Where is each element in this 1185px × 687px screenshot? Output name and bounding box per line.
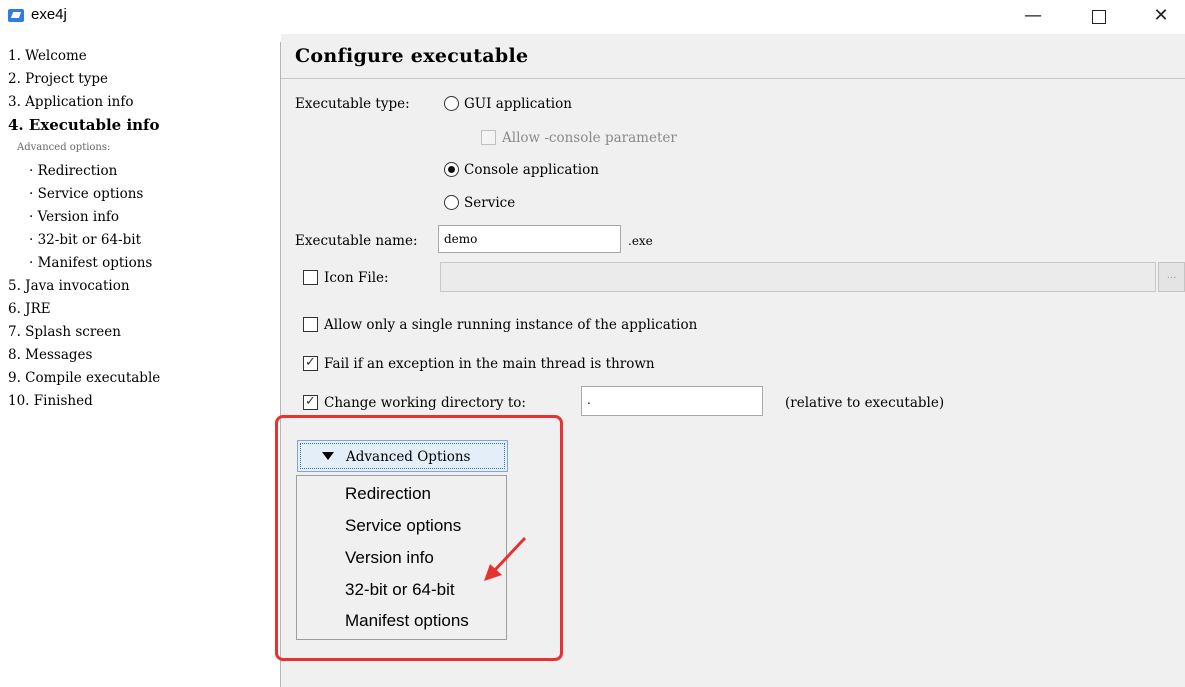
single-instance-label[interactable]: Allow only a single running instance of …	[324, 317, 697, 333]
working-directory-input[interactable]: .	[581, 386, 763, 416]
exe-suffix: .exe	[628, 234, 653, 248]
sub-step-version-info[interactable]: · Version info	[29, 209, 119, 225]
maximize-icon	[1092, 10, 1106, 24]
step-java-invocation[interactable]: 5. Java invocation	[8, 278, 130, 294]
step-application-info[interactable]: 3. Application info	[8, 94, 133, 110]
title-bar: exe4j — ✕	[0, 0, 1185, 34]
change-directory-label[interactable]: Change working directory to:	[324, 395, 526, 411]
red-arrow-icon	[484, 536, 527, 581]
step-finished[interactable]: 10. Finished	[8, 393, 93, 409]
step-welcome[interactable]: 1. Welcome	[8, 48, 87, 64]
relative-hint: (relative to executable)	[785, 395, 945, 411]
configure-executable-panel: Configure executable Executable type: GU…	[275, 34, 1185, 687]
fail-exception-label[interactable]: Fail if an exception in the main thread …	[324, 356, 655, 372]
heading-divider	[281, 78, 1185, 79]
step-splash-screen[interactable]: 7. Splash screen	[8, 324, 121, 340]
minimize-button[interactable]: —	[1010, 0, 1056, 32]
browse-icon-button: ...	[1158, 262, 1185, 292]
icon-file-checkbox[interactable]	[303, 270, 318, 285]
fail-exception-checkbox[interactable]: ✓	[303, 356, 318, 371]
change-directory-checkbox[interactable]: ✓	[303, 395, 318, 410]
maximize-button[interactable]	[1076, 0, 1122, 32]
sub-step-32-64-bit[interactable]: · 32-bit or 64-bit	[29, 232, 141, 248]
service-label[interactable]: Service	[464, 195, 515, 211]
step-jre[interactable]: 6. JRE	[8, 301, 51, 317]
service-radio[interactable]	[444, 195, 459, 210]
console-application-radio[interactable]	[444, 162, 459, 177]
console-application-label[interactable]: Console application	[464, 162, 599, 178]
icon-file-label[interactable]: Icon File:	[324, 270, 389, 286]
step-project-type[interactable]: 2. Project type	[8, 71, 108, 87]
allow-console-checkbox	[481, 130, 496, 145]
executable-name-input[interactable]: demo	[438, 225, 621, 253]
window-title: exe4j	[31, 6, 67, 23]
step-executable-info[interactable]: 4. Executable info	[8, 116, 160, 134]
step-compile-executable[interactable]: 9. Compile executable	[8, 370, 160, 386]
sub-step-service-options[interactable]: · Service options	[29, 186, 143, 202]
executable-type-label: Executable type:	[295, 96, 410, 112]
executable-name-label: Executable name:	[295, 233, 418, 249]
exe4j-app-icon	[8, 9, 24, 22]
gui-application-label[interactable]: GUI application	[464, 96, 572, 112]
gui-application-radio[interactable]	[444, 96, 459, 111]
allow-console-label: Allow -console parameter	[502, 130, 677, 146]
page-title: Configure executable	[295, 45, 529, 67]
step-messages[interactable]: 8. Messages	[8, 347, 92, 363]
icon-file-input	[440, 262, 1156, 292]
sub-step-manifest-options[interactable]: · Manifest options	[29, 255, 152, 271]
close-button[interactable]: ✕	[1138, 0, 1184, 32]
single-instance-checkbox[interactable]	[303, 317, 318, 332]
advanced-options-caption: Advanced options:	[17, 142, 111, 153]
wizard-sidebar: 1. Welcome 2. Project type 3. Applicatio…	[0, 42, 281, 687]
sub-step-redirection[interactable]: · Redirection	[29, 163, 117, 179]
